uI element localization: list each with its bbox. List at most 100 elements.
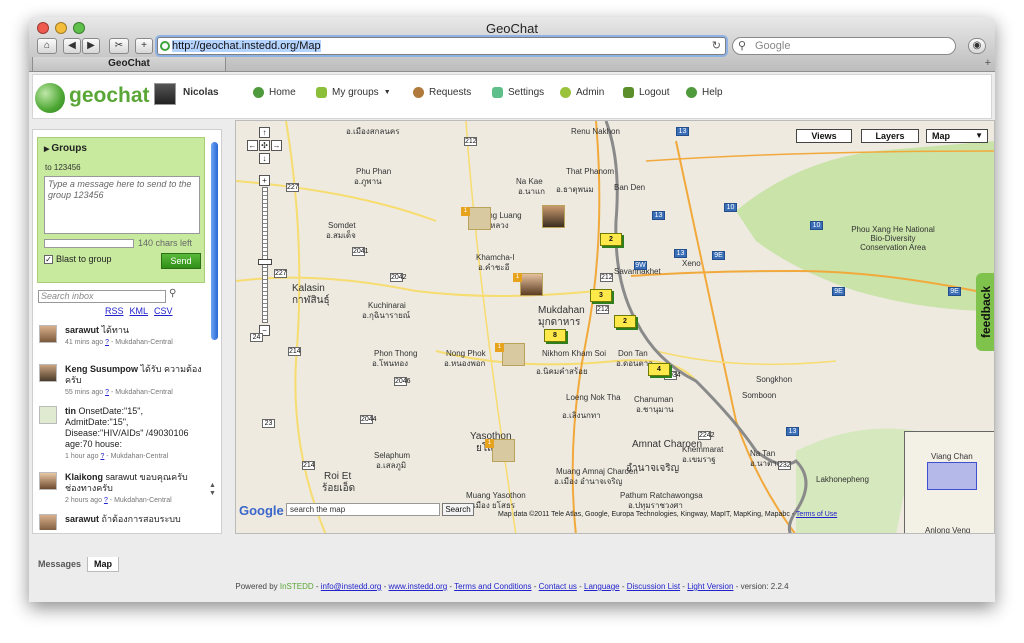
map-type-select[interactable]: Map ▼ — [926, 129, 988, 143]
blast-checkbox[interactable]: ✓ — [44, 254, 53, 264]
new-tab-icon[interactable]: + — [985, 57, 991, 69]
footer-link-discussion[interactable]: Discussion List — [627, 582, 680, 591]
rss-link[interactable]: RSS — [105, 306, 124, 316]
back-icon[interactable]: ◀ — [63, 38, 81, 54]
views-button[interactable]: Views — [796, 129, 852, 143]
zoom-slider[interactable] — [262, 187, 268, 323]
tab-geochat[interactable]: GeoChat — [32, 57, 226, 72]
map-attribution: Map data ©2011 Tele Atlas, Google, Europ… — [498, 511, 837, 518]
compose-scrollbar[interactable] — [211, 142, 218, 340]
pan-right-icon[interactable]: → — [271, 140, 282, 151]
browser-search-field[interactable]: ⚲ Google — [732, 37, 956, 55]
route-shield: 2046 — [394, 377, 411, 386]
inbox-scrollbar-arrows[interactable]: ▲ ▼ — [209, 482, 216, 498]
reload-icon[interactable]: ↻ — [712, 38, 721, 54]
pan-down-icon[interactable]: ↓ — [259, 153, 270, 164]
search-icon[interactable]: ⚲ — [169, 288, 176, 299]
nav-my-groups[interactable]: My groups ▼ — [316, 87, 391, 98]
message-help-link[interactable]: ? — [105, 389, 109, 396]
route-shield: 2041 — [352, 247, 369, 256]
nav-logout[interactable]: Logout — [623, 87, 670, 98]
badge-icon: 1 — [513, 273, 522, 282]
blast-to-group-option[interactable]: ✓ Blast to group — [44, 254, 112, 264]
home-icon — [253, 87, 264, 98]
pan-left-icon[interactable]: ← — [247, 140, 258, 151]
map-label: อ.เมืองสกลนคร — [346, 127, 400, 136]
tab-map[interactable]: Map — [87, 557, 120, 572]
footer-link-contact[interactable]: Contact us — [539, 582, 577, 591]
kml-link[interactable]: KML — [130, 306, 149, 316]
home-toolbar-icon[interactable]: ⌂ — [37, 38, 57, 54]
geochat-logo[interactable]: geochat — [35, 81, 150, 115]
zoom-slider-handle[interactable] — [258, 259, 272, 265]
list-item[interactable]: Klaikong sarawut ขอบคุณครับ ช่องทางครับ … — [39, 472, 203, 508]
csv-link[interactable]: CSV — [154, 306, 173, 316]
pan-center-icon[interactable]: ✣ — [259, 140, 270, 151]
message-cluster-marker[interactable]: 2 — [614, 315, 636, 328]
map-label: อ.เขมราฐ — [682, 455, 716, 464]
overview-map[interactable]: Viang Chan Anlong Veng — [904, 431, 994, 533]
footer-brand[interactable]: InSTEDD — [280, 582, 314, 591]
footer-link-email[interactable]: info@instedd.org — [321, 582, 382, 591]
bookmarks-icon[interactable]: ✂ — [109, 38, 129, 54]
zoom-control[interactable]: ↑ ← ✣ → ↓ + − — [247, 127, 282, 342]
message-cluster-marker[interactable]: 3 — [590, 289, 612, 302]
message-cluster-marker[interactable]: 4 — [648, 363, 670, 376]
inbox-search-input[interactable]: Search inbox — [38, 290, 166, 303]
send-button[interactable]: Send — [161, 253, 201, 269]
message-textarea[interactable]: Type a message here to send to the group… — [44, 176, 200, 234]
groups-title[interactable]: ▶ Groups — [44, 143, 87, 154]
overview-viewport[interactable] — [927, 462, 977, 490]
map-label: Na Kae — [516, 177, 543, 186]
pan-up-icon[interactable]: ↑ — [259, 127, 270, 138]
nav-home[interactable]: Home — [253, 87, 296, 98]
message-help-link[interactable]: ? — [104, 497, 108, 504]
map-view[interactable]: ↑ ← ✣ → ↓ + − Views Layers Map ▼ อ.เมืองส… — [235, 120, 995, 534]
attribution-text: Map data ©2011 Tele Atlas, Google, Europ… — [498, 511, 795, 518]
user-location-marker[interactable]: 1 — [485, 439, 515, 462]
user-location-marker[interactable]: 1 — [461, 207, 491, 230]
gear-icon — [560, 87, 571, 98]
map-label: Khemmarat — [682, 445, 724, 454]
message-author: Keng Susumpow — [65, 364, 139, 374]
message-group: Mukdahan-Central — [115, 389, 173, 396]
footer-link-site[interactable]: www.instedd.org — [389, 582, 448, 591]
footer-link-language[interactable]: Language — [584, 582, 620, 591]
map-label: อ.คำชะอี — [478, 263, 510, 272]
route-shield: 232 — [778, 461, 791, 470]
message-cluster-marker[interactable]: 8 — [544, 329, 566, 342]
tab-messages[interactable]: Messages — [32, 557, 87, 572]
footer-link-terms[interactable]: Terms and Conditions — [454, 582, 531, 591]
zoom-in-icon[interactable]: + — [259, 175, 270, 186]
overview-label: Viang Chan — [931, 452, 973, 461]
user-photo-marker[interactable]: 1 — [513, 273, 543, 296]
map-search-button[interactable]: Search — [442, 503, 474, 516]
footer-link-light[interactable]: Light Version — [687, 582, 733, 591]
nav-requests[interactable]: Requests — [413, 87, 471, 98]
forward-icon[interactable]: ▶ — [82, 38, 100, 54]
user-location-marker[interactable]: 1 — [495, 343, 525, 366]
page-menu-icon[interactable]: ◉ — [968, 38, 986, 54]
nav-logout-label: Logout — [639, 87, 670, 98]
message-time: 1 hour ago — [65, 453, 99, 460]
map-label: Loeng Nok Tha — [566, 393, 621, 402]
layers-button[interactable]: Layers — [861, 129, 919, 143]
terms-link[interactable]: Terms of Use — [796, 511, 837, 518]
list-item[interactable]: sarawut ได้ทาน 41 mins ago ? - Mukdahan-… — [39, 325, 203, 355]
message-help-link[interactable]: ? — [105, 339, 109, 346]
message-cluster-marker[interactable]: 2 — [600, 233, 622, 246]
add-bookmark-icon[interactable]: + — [135, 38, 153, 54]
nav-help[interactable]: Help — [686, 87, 723, 98]
user-photo-marker[interactable] — [542, 205, 565, 228]
route-shield: 2044 — [360, 415, 377, 424]
map-search-input[interactable]: search the map — [286, 503, 440, 516]
nav-settings[interactable]: Settings — [492, 87, 544, 98]
list-item[interactable]: sarawut ถ้าต้องการสอบระบบ — [39, 514, 203, 530]
feedback-tab[interactable]: feedback — [976, 273, 994, 351]
nav-admin[interactable]: Admin — [560, 87, 604, 98]
message-help-link[interactable]: ? — [100, 453, 104, 460]
address-bar[interactable]: http://geochat.instedd.org/Map ↻ — [157, 37, 726, 55]
map-label: That Phanom — [566, 167, 615, 176]
list-item[interactable]: tin OnsetDate:"15", AdmitDate:"15", Dise… — [39, 406, 203, 464]
list-item[interactable]: Keng Susumpow ได้รับ ความต้องครับ 55 min… — [39, 364, 203, 400]
